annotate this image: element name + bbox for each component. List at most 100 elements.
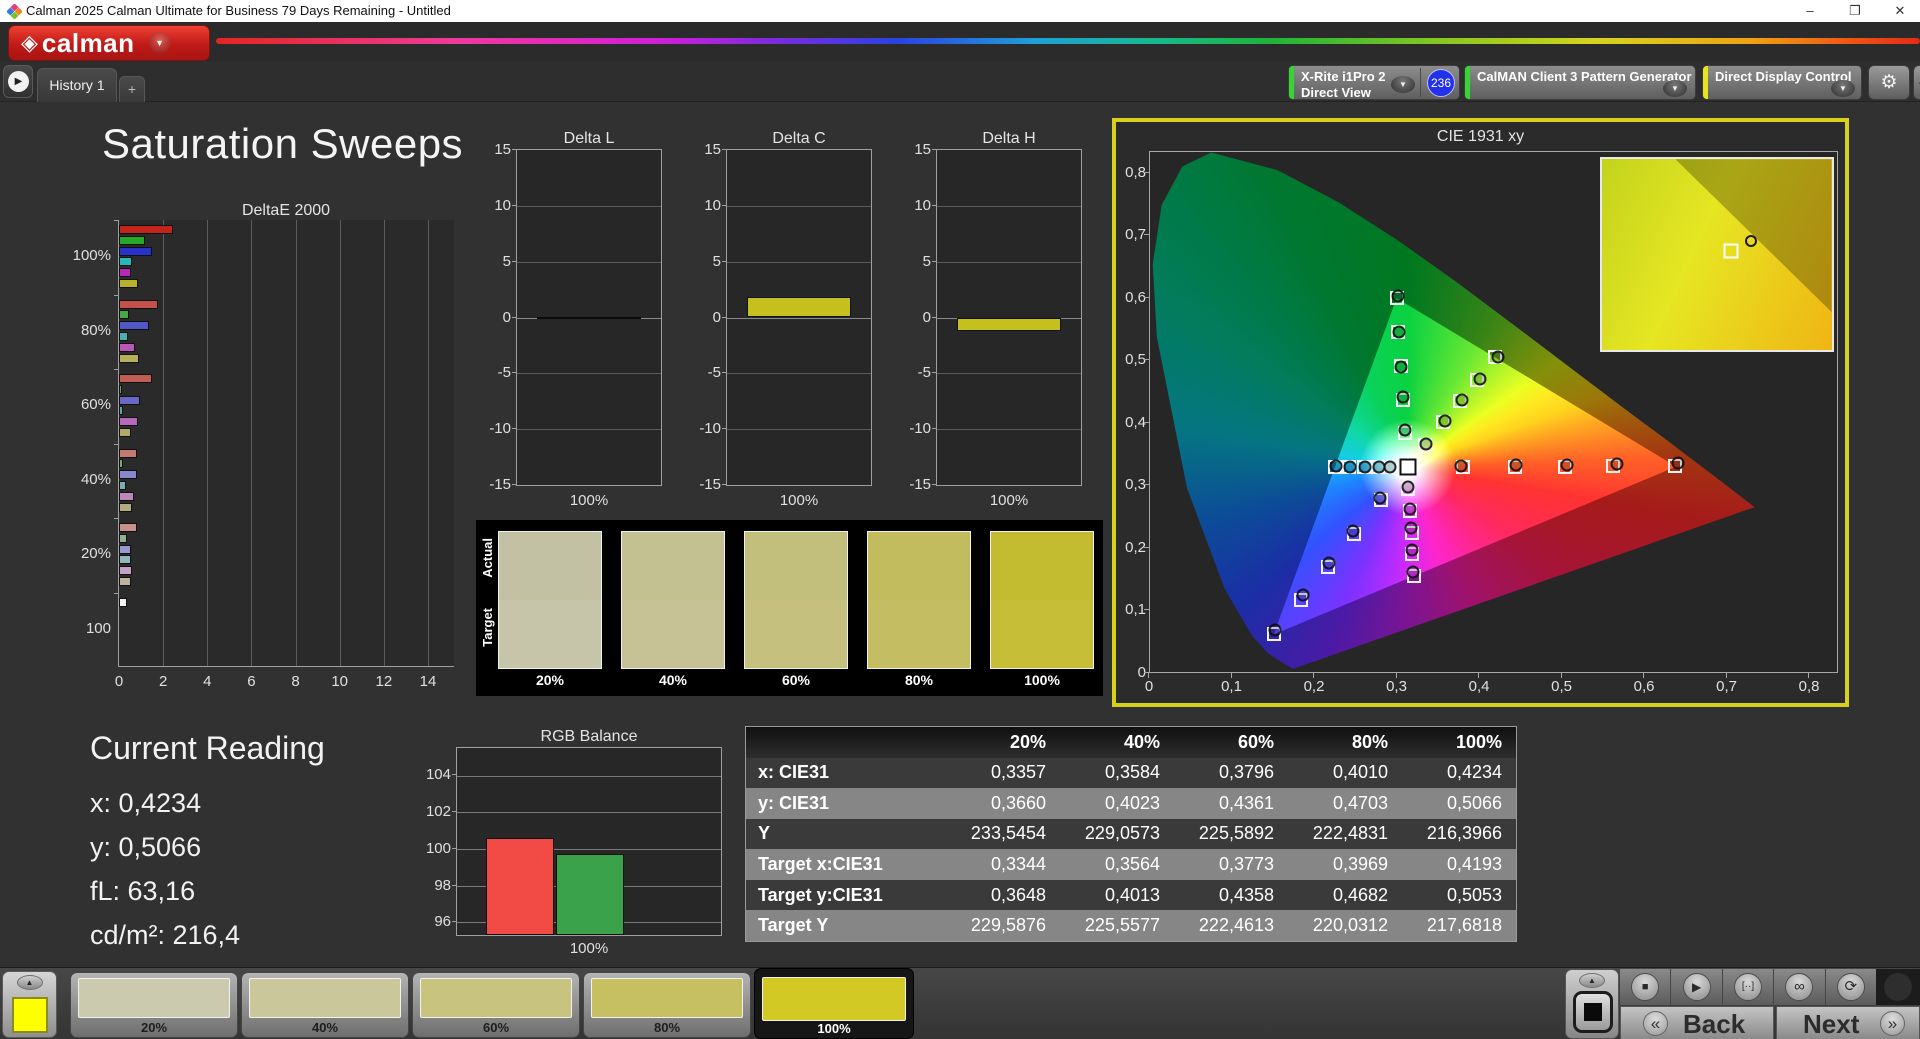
tick [722, 428, 727, 430]
tick [1725, 673, 1727, 678]
cie-measured-point [1610, 457, 1623, 471]
table-row: x: CIE31 0,3357 0,3584 0,3796 0,4010 0,4234 [746, 757, 1516, 789]
cell-value: 0,3344 [990, 854, 1046, 875]
cell-value: 0,3648 [990, 884, 1046, 905]
close-button[interactable]: ✕ [1880, 0, 1920, 22]
delta-chart-title: Delta H [982, 130, 1036, 147]
minimize-button[interactable]: – [1790, 0, 1830, 22]
pattern-generator-dropdown[interactable]: CalMAN Client 3 Pattern Generator ▼ [1464, 65, 1696, 100]
meter-name: X-Rite i1Pro 2 [1301, 69, 1386, 84]
target-half [745, 600, 847, 668]
y-tick-label: 0,1 [1125, 601, 1146, 619]
group-tick [114, 518, 119, 519]
bar [119, 321, 149, 331]
divider [1420, 68, 1421, 97]
next-label: Next [1803, 1009, 1860, 1039]
y-tick-label: 10 [914, 196, 931, 214]
current-reading-panel: Current Reading x: 0,4234 y: 0,5066 fL: … [90, 730, 420, 960]
cell-value: 222,4831 [1312, 823, 1388, 844]
actual-label: Actual [480, 538, 495, 578]
pattern-label: 40% [311, 1020, 339, 1035]
calman-menu-button[interactable]: ◈ calman ▼ [8, 25, 210, 61]
back-button[interactable]: « Back [1620, 1006, 1774, 1039]
meter-dropdown[interactable]: X-Rite i1Pro 2 Direct View ▼ 236 [1288, 65, 1460, 100]
play-button[interactable]: ▶ [1682, 973, 1711, 1001]
row-label: Target y:CIE31 [758, 884, 883, 905]
y-tick-label: 100 [425, 839, 451, 857]
tick [1313, 673, 1315, 678]
gridline [383, 220, 385, 666]
x-tick-label: 0 [1144, 678, 1154, 695]
gridline [727, 261, 871, 263]
cell-value: 0,3564 [1104, 854, 1160, 875]
group-label: 20% [80, 545, 111, 563]
stop-button[interactable]: ■ [1631, 973, 1660, 1001]
row-label: Y [758, 823, 771, 844]
cie-measured-point [1671, 456, 1685, 470]
tick [1148, 673, 1149, 678]
table-row: Target x:CIE31 0,3344 0,3564 0,3773 0,3969 0,… [746, 849, 1516, 880]
red-bar [486, 837, 554, 935]
pattern-button-100%[interactable]: 100% [754, 968, 914, 1039]
cie-measured-point [1560, 458, 1574, 472]
restore-button[interactable]: ❐ [1835, 0, 1875, 22]
collapse-panel-button[interactable]: ◀ [1913, 65, 1920, 100]
cie-measured-point [1491, 350, 1505, 363]
refresh-button[interactable]: ⟳ [1836, 973, 1865, 1001]
y-tick-label: 0,4 [1125, 413, 1146, 431]
cie-measured-point [1329, 459, 1343, 473]
cell-value: 217,6818 [1426, 915, 1502, 936]
delta-chart-xlabel: 100% [989, 492, 1029, 509]
expand-up-button[interactable]: ▲ [16, 975, 43, 990]
expand-up-button[interactable]: ▲ [1579, 973, 1605, 988]
tick [932, 484, 937, 485]
tick [722, 260, 727, 262]
y-tick-label: 5 [922, 252, 931, 270]
cell-value: 0,3969 [1332, 854, 1388, 875]
chevron-down-icon: ▼ [1663, 80, 1687, 97]
tick [1478, 673, 1480, 678]
stop-cell: ■ [1620, 969, 1672, 1005]
tick [1395, 673, 1397, 678]
display-control-dropdown[interactable]: Direct Display Control ▼ [1702, 65, 1862, 100]
tab-history-1[interactable]: History 1 [37, 68, 117, 102]
bar [119, 268, 132, 278]
meter-count-badge[interactable]: 236 [1427, 69, 1455, 97]
gridline [295, 220, 297, 666]
layout-nav-button[interactable]: ▶ [3, 65, 33, 98]
bar [119, 384, 123, 394]
bar [119, 406, 124, 416]
cell-value: 0,4682 [1332, 884, 1388, 905]
pattern-button-60%[interactable]: 60% [412, 972, 580, 1038]
x-tick-label: 0,4 [1468, 678, 1490, 695]
add-tab-button[interactable]: + [119, 76, 145, 102]
current-pattern-swatch[interactable] [12, 997, 48, 1033]
tick [512, 316, 517, 318]
gridline [517, 373, 661, 375]
y-tick-label: -10 [699, 420, 721, 438]
delta-chart: 15 10 5 0 -5 -10 -15 [909, 141, 1082, 493]
stop-measure-button[interactable] [1573, 991, 1613, 1033]
y-tick-label: 0,7 [1125, 226, 1146, 244]
next-button[interactable]: Next » [1776, 1006, 1920, 1039]
cell-value: 225,5577 [1084, 915, 1160, 936]
measure-once-button[interactable]: [··] [1734, 973, 1763, 1001]
pattern-button-20%[interactable]: 20% [70, 972, 238, 1038]
swatch-80% [867, 531, 971, 669]
actual-half [991, 532, 1093, 600]
gridline [163, 220, 165, 666]
deltae-chart: 0 2 4 6 8 10 12 14 100% 80% 60% 40% 20% 100 [73, 220, 454, 690]
continuous-measure-button[interactable]: ∞ [1785, 973, 1814, 1001]
swatch-20% [498, 531, 602, 669]
pattern-button-40%[interactable]: 40% [241, 972, 409, 1038]
bar [119, 299, 159, 309]
bar [119, 331, 128, 341]
delta-chart: 15 10 5 0 -5 -10 -15 [699, 141, 872, 493]
inset-target-square [1723, 243, 1739, 259]
x-tick-label: 0,6 [1633, 678, 1655, 695]
y-tick-label: 98 [434, 876, 451, 894]
cie-measured-point [1296, 588, 1310, 602]
pattern-button-80%[interactable]: 80% [583, 972, 751, 1038]
cell-value: 0,4013 [1104, 884, 1160, 905]
settings-button[interactable]: ⚙ [1868, 65, 1910, 100]
